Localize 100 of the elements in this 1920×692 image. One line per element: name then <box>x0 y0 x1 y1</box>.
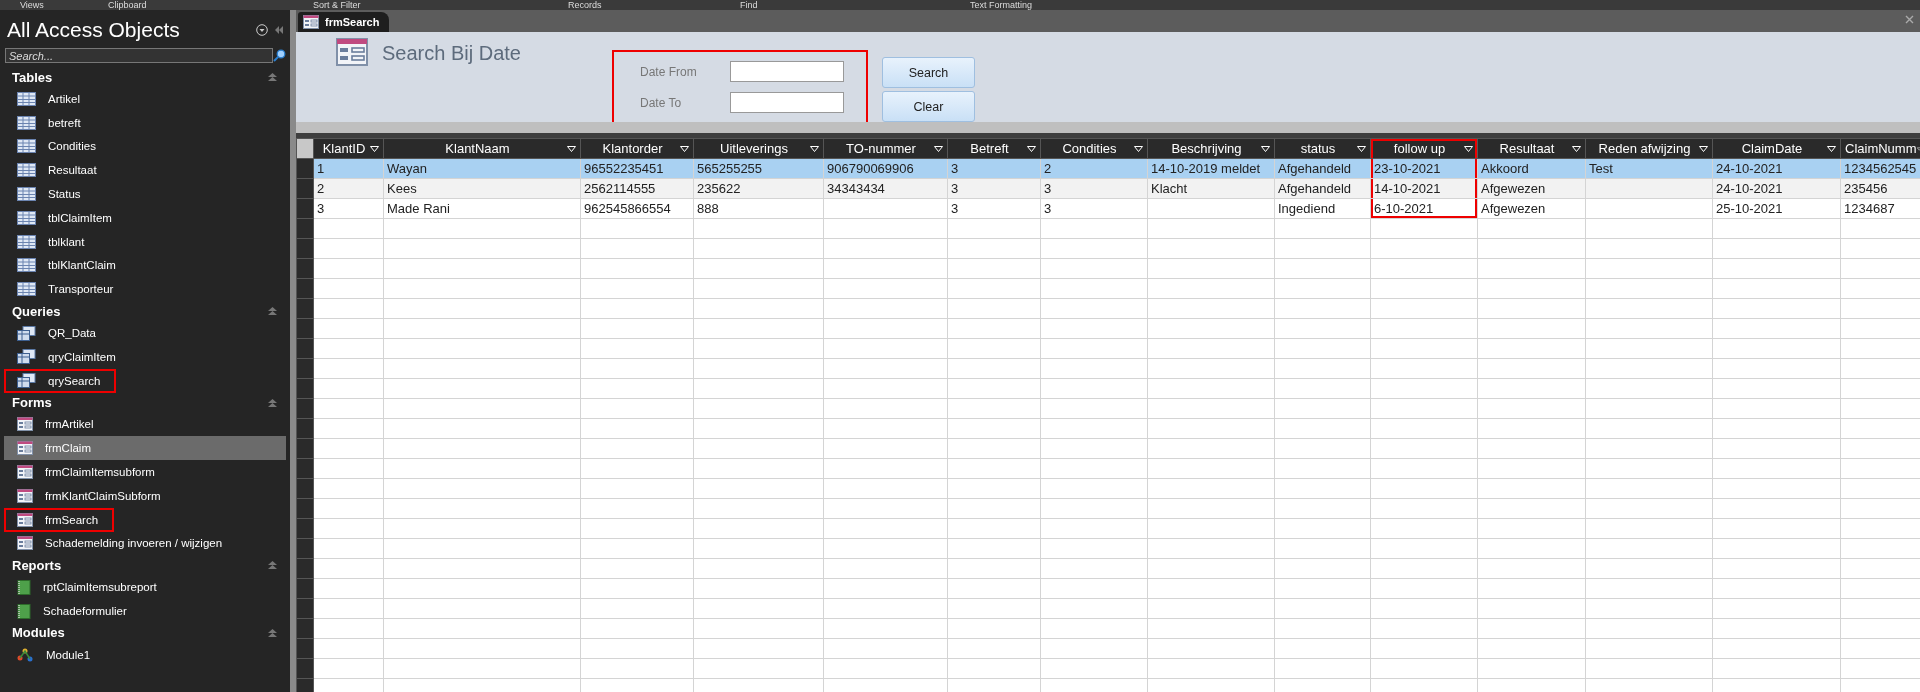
navigation-item[interactable]: rptClaimItemsubreport <box>4 575 286 600</box>
query-icon <box>17 325 36 341</box>
dropdown-icon[interactable] <box>1027 145 1036 152</box>
dropdown-icon[interactable] <box>1357 145 1366 152</box>
group-header[interactable]: Queries <box>0 301 290 322</box>
form-icon <box>336 38 368 66</box>
dropdown-icon[interactable] <box>567 145 576 152</box>
query-icon <box>17 349 36 365</box>
search-icon[interactable] <box>273 49 286 62</box>
column-header[interactable]: ClaimDate <box>1712 138 1841 159</box>
navigation-item[interactable]: Artikel <box>4 87 286 111</box>
column-header[interactable]: Uitleverings <box>693 138 824 159</box>
column-header[interactable]: ClaimNumm <box>1840 138 1920 159</box>
form-icon <box>17 536 33 551</box>
dropdown-icon[interactable] <box>680 145 689 152</box>
form-icon <box>17 512 33 527</box>
ribbon-group-label: Sort & Filter <box>313 0 361 10</box>
dropdown-icon[interactable] <box>1827 145 1836 152</box>
date-field[interactable] <box>730 61 844 82</box>
form-icon <box>17 488 33 503</box>
column-header[interactable]: Beschrijving <box>1147 138 1275 159</box>
navigation-item[interactable]: frmClaim <box>4 436 286 461</box>
search-field[interactable]: Search... <box>5 48 273 63</box>
table-icon <box>17 91 36 106</box>
dropdown-icon[interactable] <box>1261 145 1270 152</box>
dropdown-icon[interactable] <box>810 145 819 152</box>
ribbon-group-label: Text Formatting <box>970 0 1033 10</box>
navigation-item[interactable]: qryClaimItem <box>4 344 286 369</box>
module-icon <box>17 647 34 663</box>
navigation-item[interactable]: betreft <box>4 110 286 135</box>
collapse-icon[interactable] <box>267 627 278 638</box>
report-icon <box>17 579 31 595</box>
ribbon-group-label: Find <box>740 0 758 10</box>
column-header[interactable]: Betreft <box>947 138 1041 159</box>
collapse-icon[interactable] <box>267 560 278 571</box>
column-header[interactable]: follow up <box>1370 138 1478 159</box>
group-header[interactable]: Reports <box>0 555 290 576</box>
column-header[interactable]: Condities <box>1040 138 1148 159</box>
table-icon <box>17 163 36 178</box>
form-icon <box>17 417 33 432</box>
group-label: Reports <box>12 557 63 573</box>
navigation-item[interactable]: Resultaat <box>4 158 286 183</box>
form-button[interactable]: Clear <box>882 91 975 122</box>
column-header[interactable]: Klantorder <box>580 138 694 159</box>
column-header[interactable]: Reden afwijzing <box>1585 138 1713 159</box>
group-label: Queries <box>12 303 62 319</box>
navigation-item[interactable]: Schademelding invoeren / wijzigen <box>4 531 286 556</box>
column-header[interactable]: KlantID <box>313 138 384 159</box>
navigation-item[interactable]: Schadeformulier <box>4 599 286 623</box>
navigation-item[interactable]: tblClaimItem <box>4 206 286 230</box>
form-icon <box>303 15 319 29</box>
dropdown-icon[interactable] <box>1572 145 1581 152</box>
column-header[interactable]: KlantNaam <box>383 138 581 159</box>
dropdown-icon[interactable] <box>1699 145 1708 152</box>
dropdown-icon[interactable] <box>370 145 379 152</box>
ribbon-group-label: Clipboard <box>108 0 147 10</box>
navigation-item[interactable]: Transporteur <box>4 277 286 302</box>
group-label: Forms <box>12 395 53 411</box>
form-icon <box>17 441 33 456</box>
dropdown-icon[interactable] <box>934 145 943 152</box>
navigation-item[interactable]: tblklant <box>4 229 286 254</box>
collapse-icon[interactable] <box>267 397 278 408</box>
table-icon <box>17 115 36 130</box>
form-title: Search Bij Date <box>382 42 522 65</box>
field-label: Date From <box>640 64 698 79</box>
column-header[interactable]: TO-nummer <box>823 138 948 159</box>
navigation-item[interactable]: QR_Data <box>4 321 286 345</box>
collapse-pane-icon[interactable] <box>274 25 284 35</box>
column-header[interactable]: status <box>1274 138 1371 159</box>
group-label: Modules <box>12 625 66 641</box>
close-icon[interactable] <box>1905 15 1914 24</box>
ribbon-group-label: Views <box>20 0 44 10</box>
ribbon-group-label: Records <box>568 0 602 10</box>
dropdown-icon[interactable] <box>1464 145 1473 152</box>
navigation-item[interactable]: Module1 <box>4 642 286 667</box>
table-icon <box>17 234 36 249</box>
table-icon <box>17 282 36 297</box>
navigation-item[interactable]: frmClaimItemsubform <box>4 460 286 484</box>
navigation-item[interactable]: tblKlantClaim <box>4 253 286 278</box>
navigation-item[interactable]: qrySearch <box>4 368 117 393</box>
collapse-icon[interactable] <box>267 306 278 317</box>
navigation-item[interactable]: Condities <box>4 134 286 159</box>
collapse-icon[interactable] <box>267 72 278 82</box>
navigation-item[interactable]: Status <box>4 182 286 206</box>
navigation-item[interactable]: frmSearch <box>4 507 115 532</box>
table-icon <box>17 187 36 202</box>
select-all-corner[interactable] <box>296 138 314 159</box>
group-header[interactable]: Tables <box>0 67 290 87</box>
navigation-item[interactable]: frmKlantClaimSubform <box>4 483 286 508</box>
group-header[interactable]: Modules <box>0 622 290 643</box>
form-button[interactable]: Search <box>882 57 975 88</box>
document-tab[interactable]: frmSearch <box>298 12 390 32</box>
table-icon <box>17 258 36 273</box>
date-field[interactable] <box>730 92 844 113</box>
form-icon <box>17 465 33 480</box>
group-header[interactable]: Forms <box>0 392 290 413</box>
dropdown-icon[interactable] <box>1134 145 1143 152</box>
column-header[interactable]: Resultaat <box>1477 138 1586 159</box>
navigation-item[interactable]: frmArtikel <box>4 412 286 437</box>
dropdown-circle-icon[interactable] <box>256 24 268 36</box>
